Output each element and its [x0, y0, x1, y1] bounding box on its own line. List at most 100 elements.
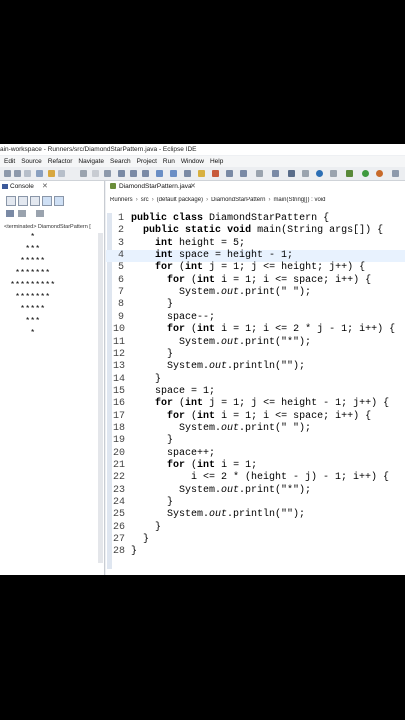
breadcrumb-src[interactable]: src: [141, 197, 149, 203]
run-last-icon[interactable]: [288, 170, 295, 177]
code-line[interactable]: 3 int height = 5;: [106, 238, 405, 250]
step-return-icon[interactable]: [142, 170, 149, 177]
java-file-icon: [110, 183, 116, 190]
save-icon[interactable]: [14, 170, 21, 177]
code-line[interactable]: 12 }: [106, 349, 405, 361]
code-line[interactable]: 6 for (int i = 1; i <= space; i++) {: [106, 275, 405, 287]
code-text: }: [131, 521, 162, 533]
open-type-icon[interactable]: [156, 170, 163, 177]
console-toolbar-secondary: [4, 209, 102, 219]
console-scrollbar[interactable]: [98, 233, 103, 563]
save-all-icon[interactable]: [24, 170, 31, 177]
line-number: 21: [113, 460, 126, 471]
tab-console[interactable]: Console: [2, 183, 34, 190]
code-line[interactable]: 9 space--;: [106, 312, 405, 324]
line-number: 17: [113, 410, 126, 422]
open-task-icon[interactable]: [170, 170, 177, 177]
back-icon[interactable]: [226, 170, 233, 177]
code-line[interactable]: 28}: [106, 546, 405, 558]
code-line[interactable]: 26 }: [106, 522, 405, 534]
code-line[interactable]: 23 System.out.print("*");: [106, 485, 405, 497]
line-number: 11: [113, 336, 126, 348]
code-text: for (int i = 1; i <= space; i++) {: [167, 410, 372, 422]
breadcrumb-separator-icon: ›: [268, 197, 271, 203]
code-line[interactable]: 10 for (int i = 1; i <= 2 * j - 1; i++) …: [106, 324, 405, 336]
code-line[interactable]: 11 System.out.print("*");: [106, 337, 405, 349]
line-number: 10: [113, 324, 126, 336]
main-toolbar: [0, 167, 405, 181]
breadcrumb-class[interactable]: DiamondStarPattern: [211, 197, 265, 203]
menu-help[interactable]: Help: [210, 158, 223, 165]
code-line[interactable]: 1 public class DiamondStarPattern {: [106, 213, 405, 225]
breadcrumb-project[interactable]: Runners: [110, 197, 133, 203]
annotation-icon[interactable]: [198, 170, 205, 177]
code-text: }: [131, 546, 138, 558]
breadcrumb-method[interactable]: main(String[]) : void: [273, 197, 325, 203]
editor-close-icon[interactable]: ✕: [190, 182, 196, 190]
code-line[interactable]: 2 public static void main(String args[])…: [106, 225, 405, 237]
search-icon[interactable]: [184, 170, 191, 177]
menu-refactor[interactable]: Refactor: [48, 158, 73, 165]
suspend-icon[interactable]: [80, 170, 87, 177]
code-line[interactable]: 15 space = 1;: [106, 386, 405, 398]
code-line[interactable]: 18 System.out.print(" ");: [106, 423, 405, 435]
code-line[interactable]: 27 }: [106, 534, 405, 546]
clear-console-icon[interactable]: [42, 196, 52, 206]
code-line[interactable]: 7 System.out.print(" ");: [106, 287, 405, 299]
line-number: 13: [113, 361, 126, 373]
breadcrumb-package[interactable]: (default package): [157, 197, 203, 203]
code-line[interactable]: 13 System.out.println("");: [106, 361, 405, 373]
menu-edit[interactable]: Edit: [4, 158, 15, 165]
code-editor[interactable]: 1 public class DiamondStarPattern {2 publ…: [106, 209, 405, 575]
menu-navigate[interactable]: Navigate: [78, 158, 104, 165]
terminate-console-icon[interactable]: [6, 196, 16, 206]
console-close-icon[interactable]: ✕: [42, 182, 48, 190]
resume-icon[interactable]: [58, 170, 65, 177]
perspective-icon[interactable]: [392, 170, 399, 177]
run-config-icon[interactable]: [376, 170, 383, 177]
remove-all-icon[interactable]: [30, 196, 40, 206]
skip-breakpoints-icon[interactable]: [48, 170, 55, 177]
step-over-icon[interactable]: [130, 170, 137, 177]
code-line[interactable]: 14 }: [106, 374, 405, 386]
menu-project[interactable]: Project: [137, 158, 157, 165]
menu-source[interactable]: Source: [21, 158, 42, 165]
external-tools-icon[interactable]: [212, 170, 219, 177]
new-icon[interactable]: [4, 170, 11, 177]
pin-icon[interactable]: [256, 170, 263, 177]
display-console-icon[interactable]: [18, 210, 26, 217]
menu-search[interactable]: Search: [110, 158, 131, 165]
pin-console-icon[interactable]: [6, 210, 14, 217]
menu-window[interactable]: Window: [181, 158, 204, 165]
open-console-icon[interactable]: [36, 210, 44, 217]
console-output: * *** ***** ******* ********* ******* **…: [10, 232, 56, 338]
scroll-lock-icon[interactable]: [54, 196, 64, 206]
code-line[interactable]: 4 int space = height - 1;: [106, 250, 405, 263]
menu-run[interactable]: Run: [163, 158, 175, 165]
coverage-icon[interactable]: [302, 170, 309, 177]
disconnect-icon[interactable]: [104, 170, 111, 177]
code-line[interactable]: 21 for (int i = 1;: [106, 460, 405, 472]
debug-view-icon[interactable]: [272, 170, 279, 177]
code-line[interactable]: 22 i <= 2 * (height - j) - 1; i++) {: [106, 472, 405, 484]
profile-icon[interactable]: [330, 170, 337, 177]
code-text: int height = 5;: [155, 237, 246, 249]
code-line[interactable]: 20 space++;: [106, 448, 405, 460]
code-text: System.out.println("");: [131, 509, 306, 521]
tab-diamond-star-pattern[interactable]: DiamondStarPattern.java: [110, 183, 192, 190]
run-icon[interactable]: [362, 170, 369, 177]
step-into-icon[interactable]: [118, 170, 125, 177]
settings-icon[interactable]: [346, 170, 353, 177]
forward-icon[interactable]: [240, 170, 247, 177]
print-icon[interactable]: [36, 170, 43, 177]
code-line[interactable]: 16 for (int j = 1; j <= height - 1; j++)…: [106, 398, 405, 410]
remove-launch-icon[interactable]: [18, 196, 28, 206]
code-line[interactable]: 25 System.out.println("");: [106, 509, 405, 521]
debug-icon[interactable]: [316, 170, 323, 177]
code-line[interactable]: 5 for (int j = 1; j <= height; j++) {: [106, 262, 405, 274]
code-line[interactable]: 24 }: [106, 497, 405, 509]
code-line[interactable]: 17 for (int i = 1; i <= space; i++) {: [106, 411, 405, 423]
terminate-icon[interactable]: [92, 170, 99, 177]
code-line[interactable]: 19 }: [106, 435, 405, 447]
code-line[interactable]: 8 }: [106, 299, 405, 311]
